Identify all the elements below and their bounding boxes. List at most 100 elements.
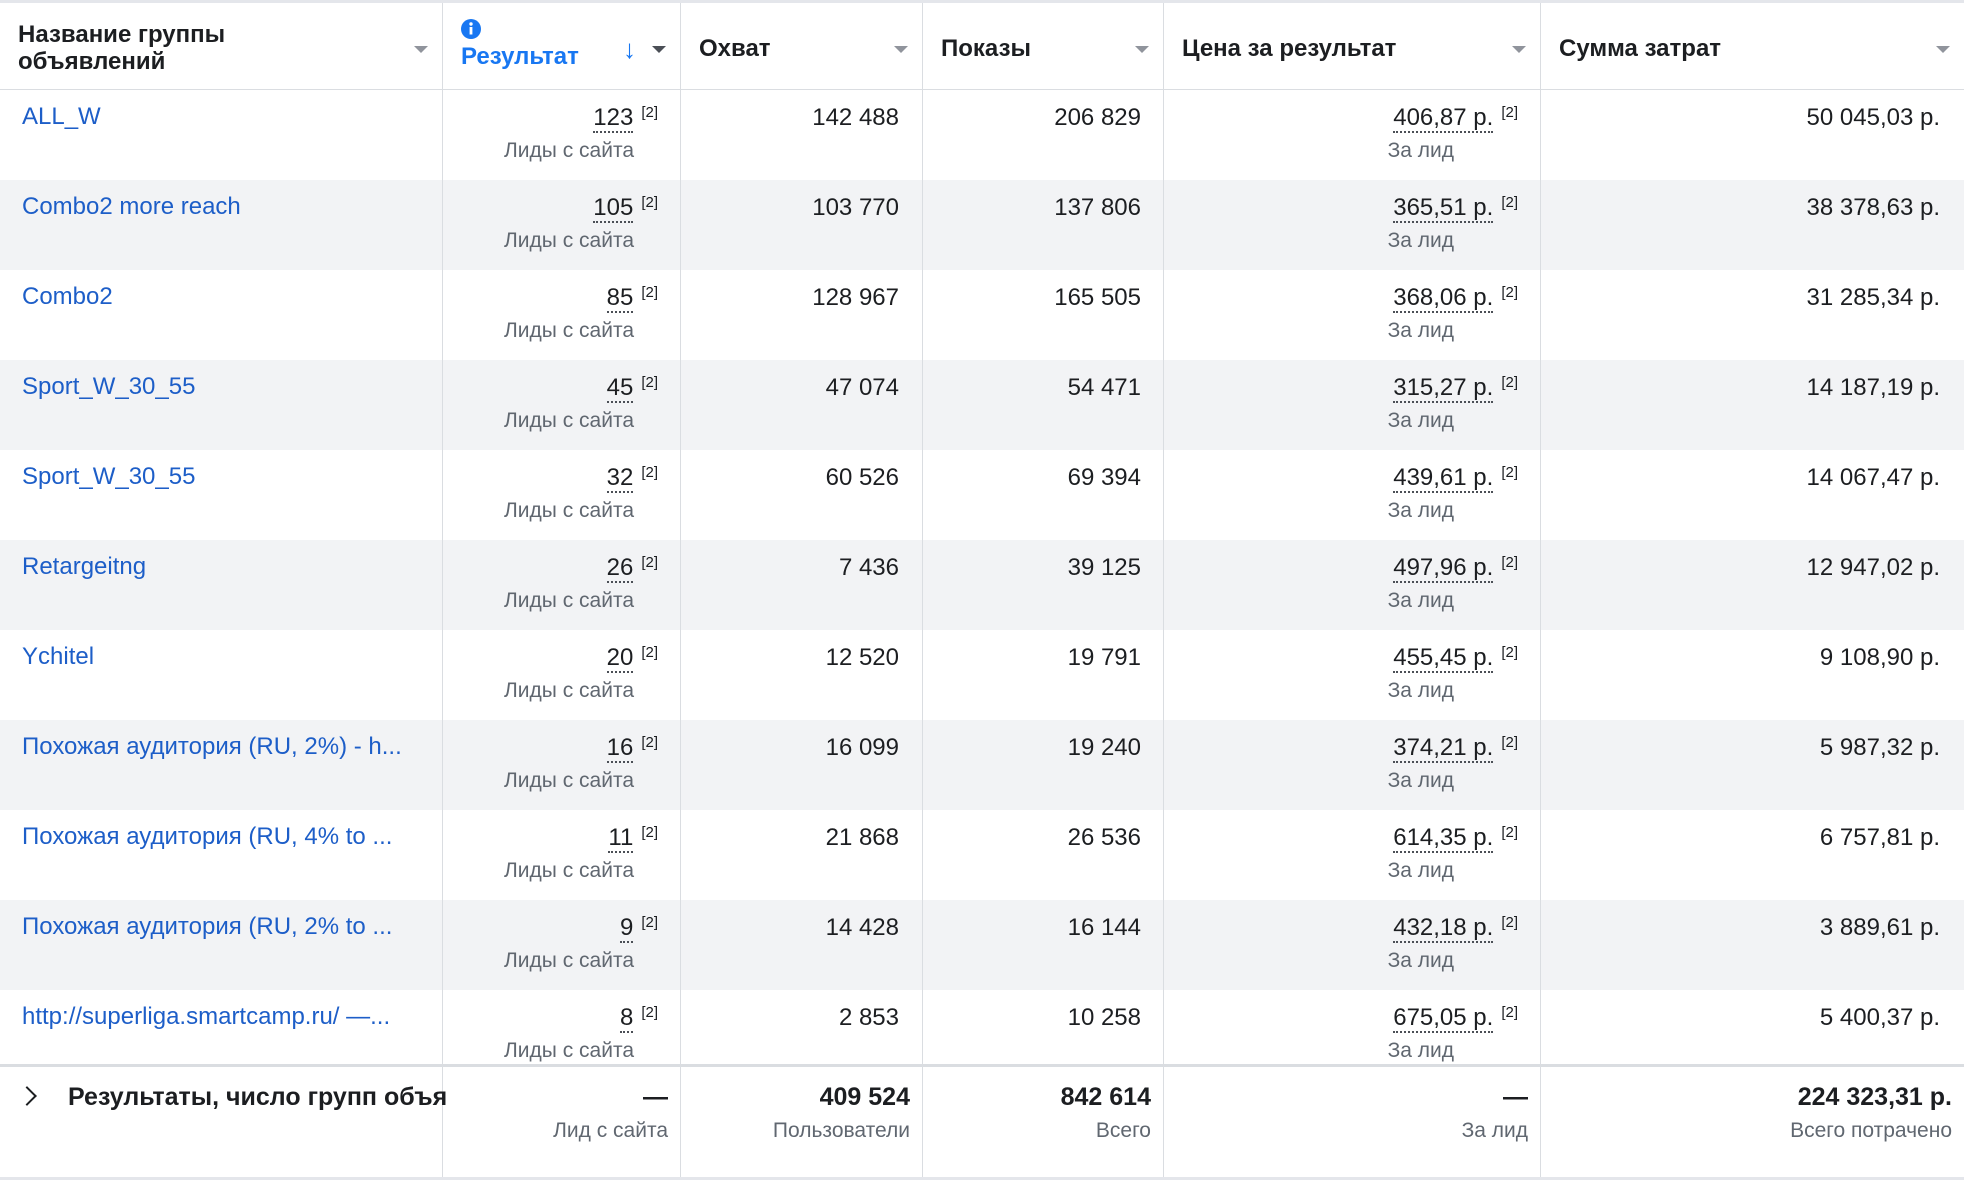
impressions-value: 19 240 [1067, 734, 1141, 761]
amount-spent-cell: 9 108,90 р. [1541, 630, 1964, 720]
table-row[interactable]: ALL_W 123 [2] Лиды с сайта 142 488 206 829 406… [0, 90, 1964, 180]
table-row[interactable]: Sport_W_30_55 32 [2] Лиды с сайта 60 526 69 3… [0, 450, 1964, 540]
chevron-down-icon[interactable] [894, 46, 908, 53]
cost-per-result-value[interactable]: 432,18 р. [1393, 914, 1494, 943]
footer-spent-cell: 224 323,31 р. Всего потрачено [1541, 1067, 1964, 1180]
table-row[interactable]: Combo2 85 [2] Лиды с сайта 128 967 165 505 368… [0, 270, 1964, 360]
ad-set-name-link[interactable]: http://superliga.smartcamp.ru/ —... [22, 1002, 422, 1032]
ad-set-name-link[interactable]: Похожая аудитория (RU, 2% to ... [22, 912, 422, 942]
amount-spent-value: 5 987,32 р. [1819, 734, 1940, 761]
result-type: Лиды с сайта [504, 589, 634, 612]
table-row[interactable]: Похожая аудитория (RU, 2%) - h... 16 [2] Ли… [0, 720, 1964, 810]
ad-set-name-link[interactable]: Ychitel [22, 642, 422, 672]
footer-result: — [643, 1083, 668, 1111]
ad-set-name-link[interactable]: ALL_W [22, 102, 422, 132]
result-value[interactable]: 8 [619, 1004, 634, 1033]
cost-per-result-value[interactable]: 315,27 р. [1393, 374, 1494, 403]
amount-spent-value: 50 045,03 р. [1806, 104, 1940, 131]
result-value[interactable]: 16 [606, 734, 634, 763]
sort-descending-icon[interactable]: ↓ [623, 36, 636, 62]
column-header-amount-spent-label: Сумма затрат [1559, 34, 1722, 62]
footer-label-cell[interactable]: Результаты, число групп объя [0, 1067, 447, 1180]
cost-per-result-value[interactable]: 368,06 р. [1393, 284, 1494, 313]
ad-set-name-link[interactable]: Похожая аудитория (RU, 2%) - h... [22, 732, 422, 762]
name-cell: Retargeitng [0, 540, 443, 630]
impressions-value: 26 536 [1067, 824, 1141, 851]
cost-per-result-type: За лид [1387, 769, 1454, 792]
cost-per-result-value[interactable]: 439,61 р. [1393, 464, 1494, 493]
column-header-result-label: Результат [461, 43, 579, 70]
ad-set-name-link[interactable]: Похожая аудитория (RU, 4% to ... [22, 822, 422, 852]
impressions-value: 206 829 [1054, 104, 1141, 131]
table-row[interactable]: Похожая аудитория (RU, 2% to ... 9 [2] Лиды… [0, 900, 1964, 990]
result-cell: 9 [2] Лиды с сайта [443, 900, 681, 990]
column-header-reach[interactable]: Охват [681, 3, 923, 93]
cost-per-result-value[interactable]: 614,35 р. [1393, 824, 1494, 853]
chevron-down-icon[interactable] [1512, 46, 1526, 53]
amount-spent-cell: 12 947,02 р. [1541, 540, 1964, 630]
result-type: Лиды с сайта [504, 1039, 634, 1062]
result-value[interactable]: 45 [606, 374, 634, 403]
result-type: Лиды с сайта [504, 139, 634, 162]
reach-value: 2 853 [838, 1004, 899, 1031]
chevron-right-icon[interactable] [17, 1086, 37, 1106]
table-row[interactable]: Sport_W_30_55 45 [2] Лиды с сайта 47 074 54 4… [0, 360, 1964, 450]
reach-value: 12 520 [825, 644, 899, 671]
table-row[interactable]: Retargeitng 26 [2] Лиды с сайта 7 436 39 125 4… [0, 540, 1964, 630]
cost-per-result-type: За лид [1387, 859, 1454, 882]
table-row[interactable]: Ychitel 20 [2] Лиды с сайта 12 520 19 791 455,… [0, 630, 1964, 720]
result-value[interactable]: 105 [593, 194, 634, 223]
result-value[interactable]: 26 [606, 554, 634, 583]
cost-per-result-footnote: [2] [1501, 554, 1518, 571]
column-header-result[interactable]: Результат ↓ [443, 3, 681, 93]
chevron-down-icon[interactable] [1135, 46, 1149, 53]
result-type: Лиды с сайта [504, 859, 634, 882]
reach-cell: 128 967 [681, 270, 923, 360]
column-header-cost-per-result[interactable]: Цена за результат [1164, 3, 1541, 93]
column-header-impressions[interactable]: Показы [923, 3, 1164, 93]
ad-set-name-link[interactable]: Retargeitng [22, 552, 422, 582]
reach-value: 47 074 [825, 374, 899, 401]
result-value[interactable]: 85 [606, 284, 634, 313]
ad-set-name-link[interactable]: Combo2 more reach [22, 192, 422, 222]
table-row[interactable]: Combo2 more reach 105 [2] Лиды с сайта 103 7… [0, 180, 1964, 270]
chevron-down-icon[interactable] [652, 46, 666, 53]
reach-cell: 142 488 [681, 90, 923, 180]
table-row[interactable]: Похожая аудитория (RU, 4% to ... 11 [2] Лид… [0, 810, 1964, 900]
reach-cell: 16 099 [681, 720, 923, 810]
ad-set-name-link[interactable]: Sport_W_30_55 [22, 462, 422, 492]
footer-impressions-cell: 842 614 Всего [923, 1067, 1164, 1180]
footer-spent-sub: Всего потрачено [1790, 1119, 1952, 1142]
ad-set-name-link[interactable]: Sport_W_30_55 [22, 372, 422, 402]
chevron-down-icon[interactable] [1936, 46, 1950, 53]
cost-per-result-value[interactable]: 497,96 р. [1393, 554, 1494, 583]
info-icon[interactable] [461, 19, 481, 39]
ad-set-name-link[interactable]: Combo2 [22, 282, 422, 312]
cost-per-result-value[interactable]: 365,51 р. [1393, 194, 1494, 223]
result-footnote: [2] [641, 104, 658, 121]
footer-reach-sub: Пользователи [772, 1119, 910, 1142]
footer-label: Результаты, число групп объя [68, 1083, 448, 1111]
result-cell: 20 [2] Лиды с сайта [443, 630, 681, 720]
cost-per-result-value[interactable]: 406,87 р. [1393, 104, 1494, 133]
result-value[interactable]: 123 [593, 104, 634, 133]
column-header-cost-per-result-label: Цена за результат [1182, 34, 1397, 62]
result-value[interactable]: 9 [619, 914, 634, 943]
footer-impressions: 842 614 [1060, 1083, 1151, 1111]
column-header-name[interactable]: Название группы объявлений [0, 3, 443, 93]
name-cell: Похожая аудитория (RU, 2%) - h... [0, 720, 443, 810]
cost-per-result-value[interactable]: 675,05 р. [1393, 1004, 1494, 1033]
result-value[interactable]: 20 [606, 644, 634, 673]
chevron-down-icon[interactable] [414, 46, 428, 53]
result-footnote: [2] [641, 1004, 658, 1021]
cost-per-result-footnote: [2] [1501, 824, 1518, 841]
result-cell: 105 [2] Лиды с сайта [443, 180, 681, 270]
reach-cell: 21 868 [681, 810, 923, 900]
cost-per-result-footnote: [2] [1501, 1004, 1518, 1021]
column-header-amount-spent[interactable]: Сумма затрат [1541, 3, 1964, 93]
result-value[interactable]: 11 [608, 824, 634, 853]
cost-per-result-value[interactable]: 455,45 р. [1393, 644, 1494, 673]
result-value[interactable]: 32 [606, 464, 634, 493]
name-cell: Sport_W_30_55 [0, 360, 443, 450]
cost-per-result-value[interactable]: 374,21 р. [1393, 734, 1494, 763]
